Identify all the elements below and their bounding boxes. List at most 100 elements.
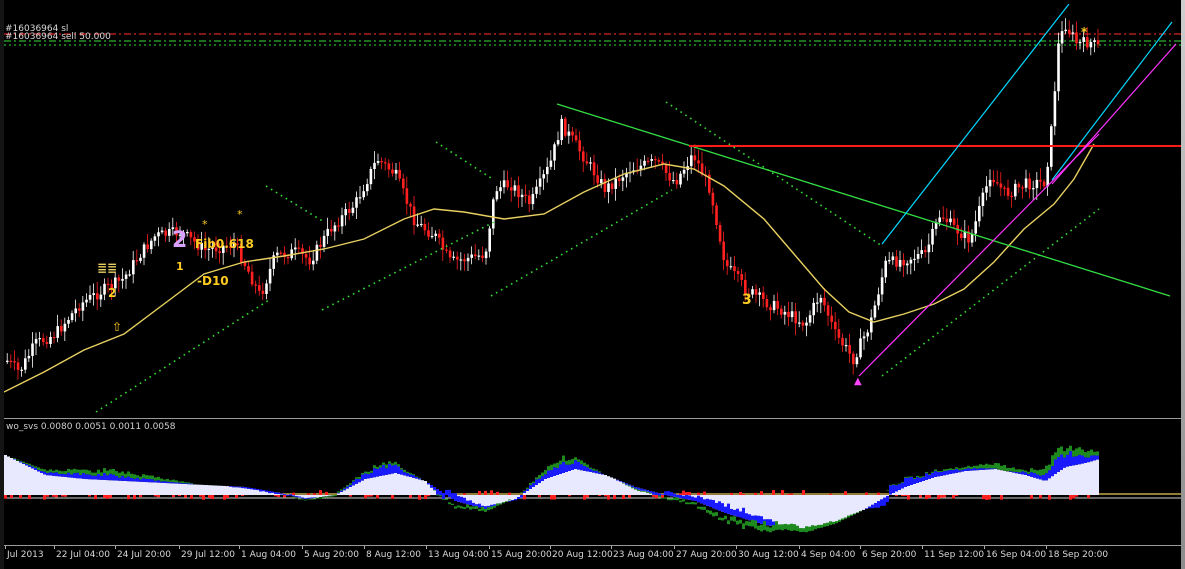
histogram-bar xyxy=(112,468,115,475)
candle-body xyxy=(531,193,535,205)
arrow-marker: ▲ xyxy=(854,376,862,387)
histogram-bar xyxy=(784,495,787,528)
histogram-bar xyxy=(796,495,799,530)
histogram-bar xyxy=(871,504,874,509)
histogram-bar xyxy=(934,477,937,495)
histogram-bar xyxy=(409,474,412,477)
histogram-bar xyxy=(886,489,889,491)
histogram-bar xyxy=(448,502,451,505)
histogram-bar xyxy=(307,497,310,499)
histogram-bar xyxy=(364,495,367,499)
histogram-bar xyxy=(133,481,136,495)
histogram-bar xyxy=(1039,475,1042,480)
indicator-pane[interactable]: wo_svs 0.0080 0.0051 0.0011 0.0058 xyxy=(4,418,1181,545)
histogram-bar xyxy=(184,484,187,495)
candle-body xyxy=(816,302,819,304)
price-chart-pane[interactable]: 2 Fib0.618 -D10 1 3 * 2 ⇧ ≣≣ * * ▲ #16036964 sl #16… xyxy=(4,4,1181,416)
histogram-bar xyxy=(922,476,925,481)
histogram-bar xyxy=(49,472,52,476)
candle-body xyxy=(564,118,567,136)
candle-body xyxy=(355,197,358,208)
histogram-bar xyxy=(574,457,577,461)
channel-mid-line xyxy=(1051,21,1173,181)
histogram-bar xyxy=(118,480,121,495)
histogram-bar xyxy=(907,476,910,478)
candle-body xyxy=(574,135,578,141)
histogram-bar xyxy=(820,495,823,527)
histogram-bar xyxy=(958,472,961,495)
histogram-bar xyxy=(1024,470,1027,473)
histogram-bar xyxy=(922,481,925,495)
candle-body xyxy=(675,180,679,185)
histogram-bar xyxy=(40,468,43,471)
candle-body xyxy=(63,323,67,332)
histogram-bar xyxy=(139,495,142,498)
histogram-bar xyxy=(418,479,421,495)
histogram-bar xyxy=(490,506,493,510)
histogram-bar xyxy=(298,498,301,500)
histogram-bar xyxy=(562,461,565,473)
histogram-bar xyxy=(727,520,730,525)
histogram-bar xyxy=(1048,464,1051,471)
histogram-bar xyxy=(373,465,376,469)
histogram-bar xyxy=(787,524,790,531)
histogram-bar xyxy=(337,492,340,494)
histogram-bar xyxy=(871,495,874,505)
histogram-bar xyxy=(115,480,118,495)
histogram-bar xyxy=(571,463,574,470)
histogram-bar xyxy=(1063,457,1066,468)
histogram-bar xyxy=(28,467,31,495)
time-axis-tick xyxy=(179,546,180,549)
histogram-bar xyxy=(142,481,145,495)
candle-body xyxy=(24,358,27,370)
histogram-bar xyxy=(385,464,388,469)
histogram-bar xyxy=(691,496,694,501)
histogram-bar xyxy=(466,504,469,508)
candle-body xyxy=(711,192,715,206)
candle-body xyxy=(6,360,9,362)
histogram-bar xyxy=(580,460,583,465)
chart-window[interactable]: 2 Fib0.618 -D10 1 3 * 2 ⇧ ≣≣ * * ▲ #16036964 sl #16… xyxy=(0,0,1185,569)
histogram-bar xyxy=(352,481,355,486)
histogram-bar xyxy=(460,496,463,503)
histogram-bar xyxy=(940,495,943,498)
histogram-bar xyxy=(946,470,949,475)
histogram-bar xyxy=(142,478,145,482)
histogram-bar xyxy=(241,486,244,489)
histogram-bar xyxy=(97,474,100,480)
candle-body xyxy=(1075,32,1078,44)
candle-body xyxy=(722,241,725,261)
candle-body xyxy=(776,300,779,309)
candle-body xyxy=(978,205,981,222)
histogram-bar xyxy=(949,474,952,495)
histogram-bar xyxy=(190,483,193,485)
histogram-bar xyxy=(304,499,307,501)
candle-body xyxy=(499,187,502,192)
histogram-bar xyxy=(721,503,724,512)
histogram-bar xyxy=(634,488,637,490)
histogram-bar xyxy=(658,493,661,496)
indicator-canvas[interactable] xyxy=(4,419,1181,545)
histogram-bar xyxy=(550,464,553,471)
histogram-bar xyxy=(1090,455,1093,462)
histogram-bar xyxy=(190,484,193,495)
histogram-bar xyxy=(568,460,571,465)
histogram-bar xyxy=(919,482,922,495)
candle-body xyxy=(243,262,247,267)
histogram-bar xyxy=(802,495,805,531)
histogram-bar xyxy=(1093,451,1096,456)
histogram-bar xyxy=(976,470,979,495)
histogram-bar xyxy=(379,467,382,476)
price-chart-canvas[interactable]: 2 Fib0.618 -D10 1 3 * 2 ⇧ ≣≣ * * ▲ xyxy=(4,4,1181,416)
candle-body xyxy=(949,218,952,223)
histogram-bar xyxy=(628,495,631,498)
histogram-bar xyxy=(559,474,562,495)
histogram-bar xyxy=(925,480,928,495)
histogram-bar xyxy=(493,505,496,508)
candle-body xyxy=(931,228,934,245)
histogram-bar xyxy=(112,480,115,495)
histogram-bar xyxy=(37,469,40,472)
candle-body xyxy=(445,249,448,251)
candle-body xyxy=(254,284,257,286)
histogram-bar xyxy=(889,484,892,486)
